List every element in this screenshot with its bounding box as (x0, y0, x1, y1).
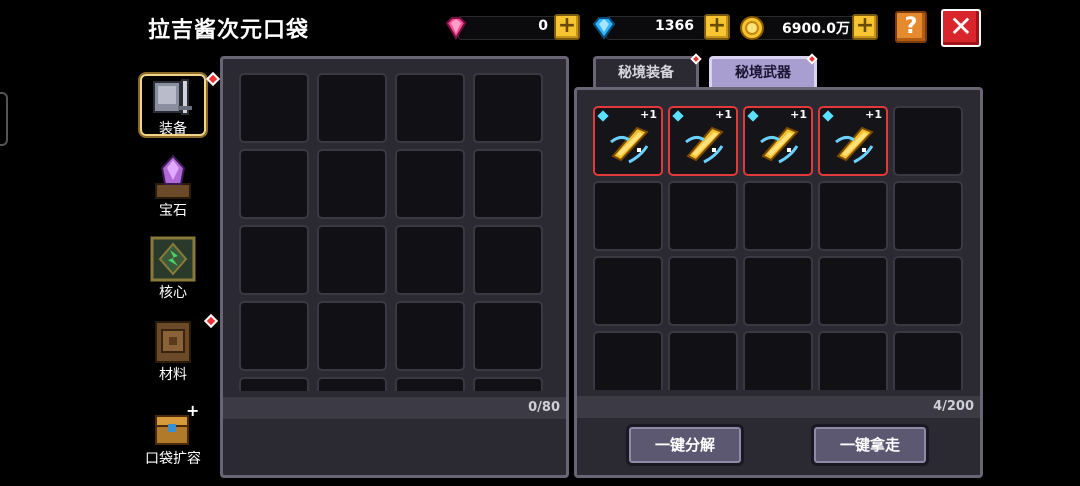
pocket-capacity-bar (223, 397, 566, 419)
core-icon (148, 236, 198, 282)
empty-slot[interactable] (395, 301, 465, 371)
empty-slot[interactable] (743, 181, 813, 251)
empty-slot[interactable] (818, 181, 888, 251)
item-slot[interactable]: +1 (668, 106, 738, 176)
empty-slot[interactable] (317, 73, 387, 143)
empty-slot[interactable] (317, 301, 387, 371)
empty-slot[interactable] (743, 331, 813, 390)
item-slot[interactable]: +1 (593, 106, 663, 176)
secret-weapon-panel: +1 +1 +1 +1 4/200 (574, 87, 983, 478)
feather-blade-icon (835, 126, 874, 164)
add-pink-gem-button[interactable]: + (554, 14, 580, 40)
empty-slot[interactable] (818, 256, 888, 326)
empty-slot[interactable] (395, 149, 465, 219)
material-badge (203, 313, 219, 329)
svg-text:+: + (186, 402, 198, 420)
empty-slot[interactable] (893, 256, 963, 326)
empty-slot[interactable] (818, 331, 888, 390)
rarity-gem-icon (822, 110, 834, 122)
item-slot[interactable]: +1 (743, 106, 813, 176)
pink-gem-icon (442, 14, 470, 42)
empty-slot[interactable] (473, 377, 543, 391)
pocket-capacity: 0/80 (528, 400, 560, 415)
close-button[interactable]: ✕ (941, 9, 981, 47)
empty-slot[interactable] (317, 149, 387, 219)
currency-diamond: 1366 + (590, 14, 732, 42)
rarity-gem-icon (597, 110, 609, 122)
add-diamond-button[interactable]: + (704, 14, 730, 40)
empty-slot[interactable] (593, 181, 663, 251)
feather-blade-icon (685, 126, 724, 164)
empty-slot[interactable] (317, 377, 387, 391)
chest-icon: + (148, 401, 199, 448)
empty-slot[interactable] (893, 181, 963, 251)
empty-slot[interactable] (893, 331, 963, 390)
tab-secret-weapon[interactable]: 秘境武器 (709, 56, 817, 88)
pink-gem-value: 0 (538, 18, 548, 34)
gem-icon (148, 154, 198, 200)
empty-slot[interactable] (668, 256, 738, 326)
empty-slot[interactable] (395, 377, 465, 391)
rarity-gem-icon (747, 110, 759, 122)
empty-slot[interactable] (395, 73, 465, 143)
empty-slot[interactable] (473, 149, 543, 219)
empty-slot[interactable] (239, 377, 309, 391)
empty-slot[interactable] (593, 331, 663, 390)
item-slot[interactable]: +1 (818, 106, 888, 176)
feather-blade-icon (610, 126, 649, 164)
tab-secret-equipment[interactable]: 秘境装备 (593, 56, 699, 88)
help-button[interactable]: ? (895, 11, 927, 43)
rarity-gem-icon (672, 110, 684, 122)
empty-slot[interactable] (473, 301, 543, 371)
currency-gold: 6900.0万 + (738, 14, 880, 42)
empty-slot[interactable] (668, 181, 738, 251)
empty-slot[interactable] (473, 73, 543, 143)
empty-slot[interactable] (395, 225, 465, 295)
sidebar-item-material[interactable]: 材料 (140, 313, 219, 384)
sidebar-item-equipment[interactable]: 装备 (140, 71, 221, 137)
sidebar-item-pocket-expand[interactable]: + 口袋扩容 (140, 401, 206, 468)
gold-coin-icon (738, 14, 766, 42)
material-icon (148, 313, 219, 364)
screen-edge-tab (0, 92, 8, 146)
empty-slot[interactable] (239, 225, 309, 295)
empty-slot[interactable] (473, 225, 543, 295)
empty-slot[interactable] (317, 225, 387, 295)
currency-pink-gem: 0 + (442, 14, 582, 42)
empty-slot[interactable] (239, 149, 309, 219)
pocket-panel: 0/80 (220, 56, 569, 478)
empty-slot[interactable] (743, 256, 813, 326)
weapon-grid: +1 +1 +1 +1 (593, 106, 965, 390)
equipment-badge (205, 71, 221, 87)
empty-slot[interactable] (893, 106, 963, 176)
weapon-capacity: 4/200 (933, 399, 974, 414)
sidebar-item-gem[interactable]: 宝石 (140, 154, 206, 220)
armor-icon (148, 71, 221, 122)
gold-value: 6900.0万 (781, 21, 850, 37)
sidebar-item-core[interactable]: 核心 (140, 236, 206, 302)
page-title: 拉吉酱次元口袋 (148, 18, 310, 43)
feather-blade-icon (760, 126, 799, 164)
pocket-grid (239, 73, 553, 391)
empty-slot[interactable] (239, 301, 309, 371)
empty-slot[interactable] (668, 331, 738, 390)
blue-diamond-icon (590, 14, 618, 42)
empty-slot[interactable] (593, 256, 663, 326)
empty-slot[interactable] (239, 73, 309, 143)
decompose-all-button[interactable]: 一键分解 (626, 424, 744, 466)
take-all-button[interactable]: 一键拿走 (811, 424, 929, 466)
add-gold-button[interactable]: + (852, 14, 878, 40)
weapon-capacity-bar (577, 396, 980, 418)
diamond-value: 1366 (655, 18, 694, 34)
